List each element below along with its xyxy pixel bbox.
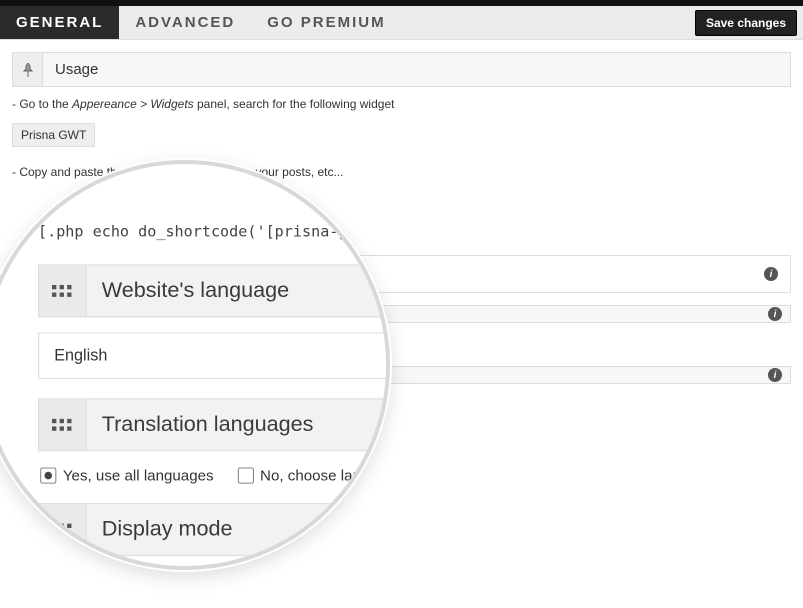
widget-name-chip: Prisna GWT xyxy=(12,123,95,147)
option-use-all-languages[interactable]: Yes, use all languages xyxy=(40,466,213,483)
section-translation-languages-header: Translation languages xyxy=(38,398,390,451)
option-choose-languages[interactable]: No, choose langu xyxy=(237,466,377,483)
tab-general[interactable]: General xyxy=(0,6,119,39)
magnifier-lens: [.php echo do_shortcode('[prisna-g Websi… xyxy=(0,160,390,570)
tab-advanced[interactable]: Advanced xyxy=(119,6,251,39)
info-icon[interactable]: i xyxy=(764,267,778,281)
section-website-language-title: Website's language xyxy=(87,266,305,317)
tabs-row: General Advanced Go Premium Save changes xyxy=(0,6,803,40)
tab-go-premium[interactable]: Go Premium xyxy=(251,6,401,39)
radio-checked-icon xyxy=(40,467,56,483)
usage-line-1-suffix: panel, search for the following widget xyxy=(194,97,395,111)
usage-line-1-prefix: - Go to the xyxy=(12,97,72,111)
info-icon[interactable]: i xyxy=(768,368,782,382)
section-usage-title: Usage xyxy=(43,53,790,86)
section-usage-header: Usage xyxy=(12,52,791,87)
radio-unchecked-icon xyxy=(237,467,253,483)
shortcode-snippet: [.php echo do_shortcode('[prisna-g xyxy=(38,223,390,240)
pin-icon xyxy=(13,53,43,86)
grid-icon xyxy=(39,266,87,317)
option-choose-languages-label: No, choose langu xyxy=(260,466,378,483)
section-display-mode-title: Display mode xyxy=(87,504,248,555)
grid-icon xyxy=(39,504,87,555)
option-use-all-languages-label: Yes, use all languages xyxy=(63,466,214,483)
grid-icon xyxy=(39,399,87,450)
section-display-mode-header: Display mode xyxy=(38,503,390,556)
section-website-language-header: Website's language xyxy=(38,264,390,317)
translation-languages-options: Yes, use all languages No, choose langu xyxy=(38,466,390,483)
usage-line-1: - Go to the Appereance > Widgets panel, … xyxy=(12,97,791,111)
info-icon[interactable]: i xyxy=(768,307,782,321)
section-translation-languages-title: Translation languages xyxy=(87,399,329,450)
website-language-select[interactable]: English xyxy=(38,332,390,378)
usage-line-1-path: Appereance > Widgets xyxy=(72,97,194,111)
save-changes-button[interactable]: Save changes xyxy=(695,10,797,36)
